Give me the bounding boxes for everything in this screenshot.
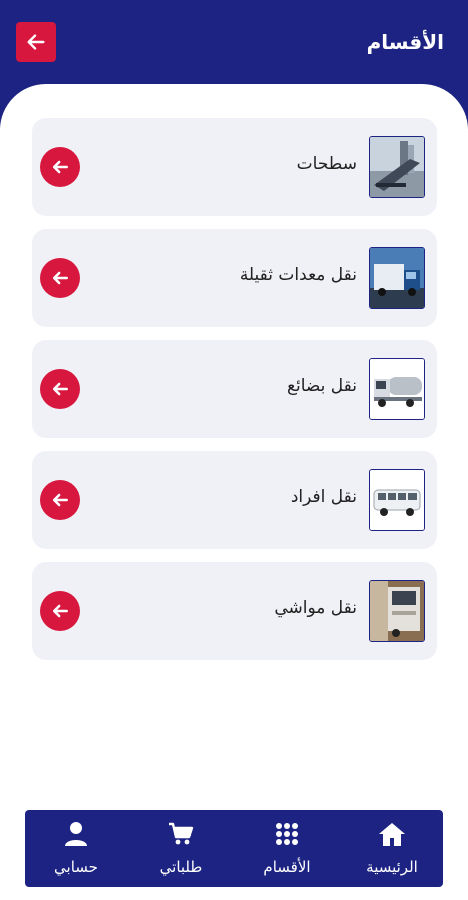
page-title: الأقسام (366, 30, 444, 54)
nav-label-orders: طلباتي (159, 858, 203, 876)
heavy-truck-thumbnail (369, 247, 425, 309)
card-arrow-button[interactable] (40, 147, 80, 187)
arrow-left-icon (52, 493, 68, 507)
card-arrow-button[interactable] (40, 591, 80, 631)
category-label: نقل افراد (290, 487, 357, 507)
arrow-left-icon (52, 382, 68, 396)
card-arrow-button[interactable] (40, 369, 80, 409)
nav-label-account: حسابي (54, 858, 98, 876)
nav-label-home: الرئيسية (366, 858, 418, 876)
card-arrow-button[interactable] (40, 258, 80, 298)
cargo-tanker-thumbnail (369, 358, 425, 420)
nav-item-orders[interactable]: طلباتي (136, 820, 226, 880)
home-icon (379, 823, 405, 846)
livestock-truck-thumbnail (369, 580, 425, 642)
category-list: سطحات نقل معدات ثقيلة نقل بضائع نقل افرا… (0, 84, 468, 900)
bus-thumbnail (369, 469, 425, 531)
arrow-left-icon (52, 271, 68, 285)
category-card-cargo[interactable]: نقل بضائع (32, 340, 437, 438)
category-card-passengers[interactable]: نقل افراد (32, 451, 437, 549)
grid-icon (276, 823, 298, 845)
category-label: نقل معدات ثقيلة (239, 265, 357, 285)
category-label: نقل بضائع (286, 376, 357, 396)
category-label: نقل مواشي (274, 598, 357, 618)
nav-label-categories: الأقسام (263, 858, 311, 876)
category-card-heavy-equipment[interactable]: نقل معدات ثقيلة (32, 229, 437, 327)
bottom-navigation: الرئيسية الأقسام طلباتي حسابي (25, 810, 443, 887)
flatbed-truck-thumbnail (369, 136, 425, 198)
nav-item-account[interactable]: حسابي (31, 820, 121, 880)
user-icon (65, 822, 87, 846)
back-button[interactable] (16, 22, 56, 62)
category-card-flatbed[interactable]: سطحات (32, 118, 437, 216)
app-header: الأقسام (0, 0, 468, 92)
category-label: سطحات (296, 154, 357, 174)
nav-item-categories[interactable]: الأقسام (242, 820, 332, 880)
card-arrow-button[interactable] (40, 480, 80, 520)
category-card-livestock[interactable]: نقل مواشي (32, 562, 437, 660)
arrow-left-icon (27, 34, 45, 50)
arrow-left-icon (52, 604, 68, 618)
arrow-left-icon (52, 160, 68, 174)
nav-item-home[interactable]: الرئيسية (347, 820, 437, 880)
cart-icon (169, 822, 194, 845)
